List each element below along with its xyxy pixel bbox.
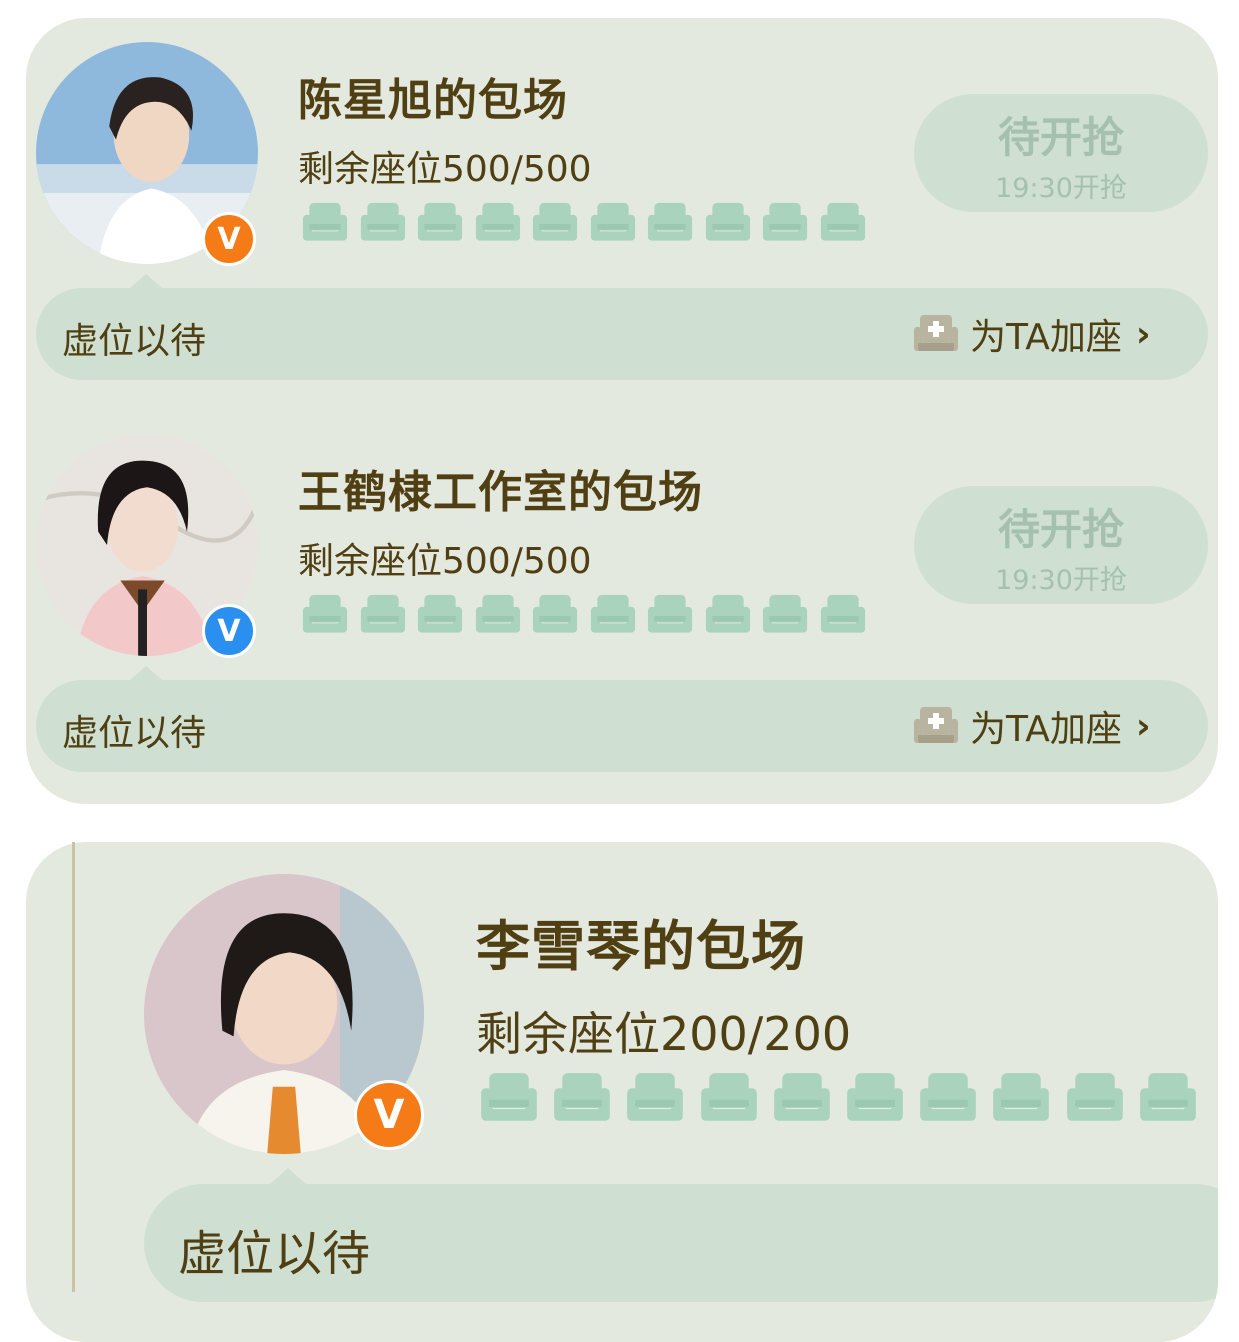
seat-icon: [302, 202, 348, 241]
seat-icon: [475, 202, 520, 241]
seat-icon: [417, 594, 463, 633]
add-seat-icon: [914, 707, 958, 743]
wait-bar: 虚位以待 为TA加座 ›: [36, 288, 1208, 380]
seat-icon: [762, 594, 808, 633]
seat-icon: [920, 1073, 976, 1121]
chevron-right-icon: ›: [1135, 313, 1151, 355]
seat-icon: [417, 202, 463, 241]
verified-badge-icon: V: [202, 604, 256, 658]
seats-remaining: 剩余座位200/200: [476, 1007, 852, 1061]
add-seat-link[interactable]: 为TA加座 ›: [912, 308, 1151, 360]
seat-icon: [700, 1073, 757, 1121]
chevron-right-icon: ›: [1135, 705, 1151, 747]
seat-row: [302, 202, 866, 243]
seat-icon: [820, 594, 865, 633]
add-seat-label: 为TA加座: [970, 709, 1122, 750]
seats-remaining: 剩余座位500/500: [298, 541, 592, 582]
wait-bar: 虚位以待: [144, 1184, 1218, 1302]
seat-icon: [590, 594, 635, 633]
seat-row: [302, 594, 866, 635]
grab-button-label: 待开抢: [997, 113, 1124, 162]
session-group-card: V 陈星旭的包场 剩余座位500/500 待开抢 19:30开抢 虚位以待 为T…: [26, 18, 1218, 804]
session-title: 陈星旭的包场: [298, 75, 568, 126]
wait-label: 虚位以待: [62, 713, 207, 754]
seat-icon: [360, 202, 405, 241]
seat-icon: [847, 1073, 903, 1121]
seat-icon: [993, 1073, 1050, 1121]
seat-icon: [705, 594, 750, 633]
session-title: 李雪琴的包场: [476, 915, 806, 978]
add-seat-link[interactable]: 为TA加座 ›: [912, 700, 1151, 752]
seat-icon: [647, 594, 693, 633]
seat-icon: [762, 202, 808, 241]
seat-icon: [773, 1073, 830, 1121]
grab-button-label: 待开抢: [997, 505, 1124, 554]
session-card: V 李雪琴的包场 剩余座位200/200 虚位以待: [26, 842, 1218, 1342]
verified-badge-icon: V: [354, 1080, 424, 1150]
grab-button[interactable]: 待开抢 19:30开抢: [914, 486, 1208, 604]
seat-icon: [820, 202, 865, 241]
seat-icon: [532, 202, 578, 241]
seat-icon: [532, 594, 578, 633]
seats-remaining: 剩余座位500/500: [298, 149, 592, 190]
seat-icon: [302, 594, 348, 633]
seat-icon: [627, 1073, 684, 1121]
wait-label: 虚位以待: [178, 1226, 371, 1282]
verified-badge-icon: V: [202, 212, 256, 266]
seat-icon: [475, 594, 520, 633]
session-title: 王鹤棣工作室的包场: [298, 467, 703, 518]
add-seat-icon: [914, 315, 958, 351]
bubble-pointer: [130, 274, 162, 288]
grab-time: 19:30开抢: [995, 565, 1127, 596]
divider: [72, 842, 75, 1292]
seat-icon: [1066, 1073, 1123, 1121]
wait-label: 虚位以待: [62, 321, 207, 362]
add-seat-label: 为TA加座: [970, 317, 1122, 358]
seat-icon: [481, 1073, 537, 1121]
seat-icon: [360, 594, 405, 633]
seat-row: [480, 1072, 1197, 1124]
seat-icon: [554, 1073, 611, 1121]
seat-icon: [1139, 1073, 1196, 1121]
seat-icon: [647, 202, 693, 241]
wait-bar: 虚位以待 为TA加座 ›: [36, 680, 1208, 772]
bubble-pointer: [130, 666, 162, 680]
grab-button[interactable]: 待开抢 19:30开抢: [914, 94, 1208, 212]
grab-time: 19:30开抢: [995, 173, 1127, 204]
seat-icon: [590, 202, 635, 241]
seat-icon: [705, 202, 750, 241]
